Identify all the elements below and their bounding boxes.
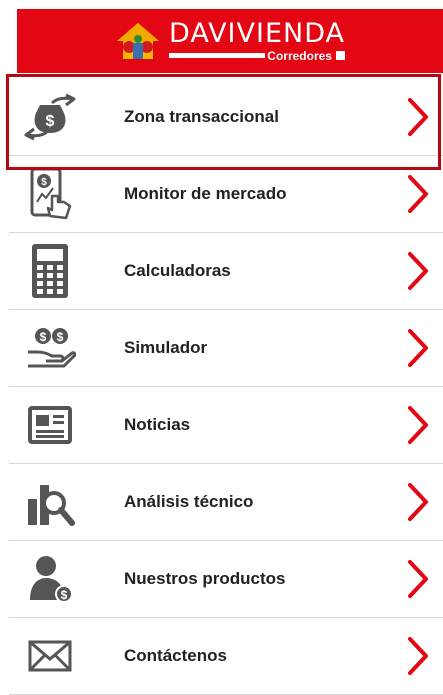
chart-magnifier-icon bbox=[19, 471, 81, 533]
money-exchange-icon: $ bbox=[19, 86, 81, 148]
svg-text:$: $ bbox=[41, 177, 47, 188]
menu-item-label: Contáctenos bbox=[124, 646, 227, 665]
person-dollar-icon: $ bbox=[19, 548, 81, 610]
menu-item-analisis-tecnico[interactable]: Análisis técnico bbox=[9, 464, 443, 541]
chevron-right-icon bbox=[408, 483, 428, 521]
menu-item-zona-transaccional[interactable]: $ Zona transaccional bbox=[9, 79, 443, 156]
chevron-right-icon bbox=[408, 637, 428, 675]
svg-text:$: $ bbox=[57, 330, 64, 344]
menu-item-label: Zona transaccional bbox=[124, 107, 279, 126]
menu-item-label: Monitor de mercado bbox=[124, 184, 287, 203]
menu-item-noticias[interactable]: Noticias bbox=[9, 387, 443, 464]
davivienda-logo: DAVIVIENDA Corredores bbox=[115, 17, 345, 63]
calculator-icon bbox=[19, 240, 81, 302]
menu-item-simulador[interactable]: $ $ Simulador bbox=[9, 310, 443, 387]
app-header: DAVIVIENDA Corredores bbox=[17, 9, 443, 73]
brand-subtitle: Corredores bbox=[267, 48, 332, 63]
menu-item-label: Simulador bbox=[124, 338, 208, 357]
menu-item-calculadoras[interactable]: Calculadoras bbox=[9, 233, 443, 310]
brand-square bbox=[335, 51, 345, 60]
menu-item-contactenos[interactable]: Contáctenos bbox=[9, 618, 443, 695]
newspaper-icon bbox=[19, 394, 81, 456]
menu-item-label: Noticias bbox=[124, 415, 191, 434]
main-menu: $ Zona transaccional $ Monitor de mercad… bbox=[9, 79, 443, 695]
brand-bar bbox=[169, 53, 266, 58]
menu-item-label: Análisis técnico bbox=[124, 492, 254, 511]
brand-name: DAVIVIENDA bbox=[169, 17, 345, 49]
svg-text:$: $ bbox=[61, 588, 68, 602]
svg-text:$: $ bbox=[46, 113, 55, 130]
hand-coins-icon: $ $ bbox=[19, 317, 81, 379]
envelope-icon bbox=[19, 625, 81, 687]
phone-touch-icon: $ bbox=[19, 163, 81, 225]
house-logo-icon bbox=[117, 23, 160, 59]
menu-item-label: Calculadoras bbox=[124, 261, 231, 280]
chevron-right-icon bbox=[408, 406, 428, 444]
chevron-right-icon bbox=[408, 329, 428, 367]
chevron-right-icon bbox=[408, 175, 428, 213]
chevron-right-icon bbox=[408, 560, 428, 598]
svg-text:$: $ bbox=[40, 330, 47, 344]
menu-item-monitor-de-mercado[interactable]: $ Monitor de mercado bbox=[9, 156, 443, 233]
chevron-right-icon bbox=[408, 98, 428, 136]
menu-item-nuestros-productos[interactable]: $ Nuestros productos bbox=[9, 541, 443, 618]
chevron-right-icon bbox=[408, 252, 428, 290]
menu-item-label: Nuestros productos bbox=[124, 569, 286, 588]
